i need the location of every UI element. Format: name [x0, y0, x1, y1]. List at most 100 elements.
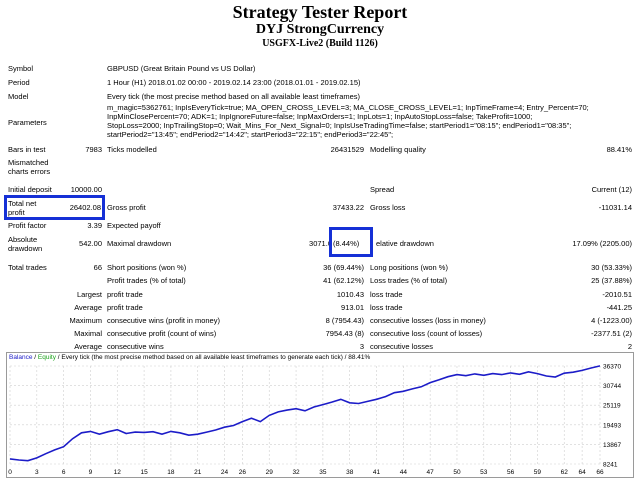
profit-trades-label: Profit trades (% of total)	[107, 276, 186, 285]
average-consecutive-losses-value: 2	[627, 342, 632, 351]
maximal-label: Maximal	[74, 329, 102, 338]
chart-title-details: / Every tick (the most precise method ba…	[56, 354, 371, 361]
loss-trades-value: 25 (37.88%)	[591, 276, 632, 285]
server-name: USGFX-Live2 (Build 1126)	[262, 38, 378, 49]
maximal-consecutive-loss-value: -2377.51 (2)	[591, 329, 632, 338]
x-tick-label: 0	[8, 469, 12, 476]
total-trades-label: Total trades	[8, 263, 47, 272]
x-tick-label: 47	[427, 469, 435, 476]
x-tick-label: 26	[239, 469, 247, 476]
report-subtitle: DYJ StrongCurrency	[255, 22, 385, 37]
mismatched-label: Mismatched	[8, 158, 49, 167]
model-value: Every tick (the most precise method base…	[107, 92, 361, 101]
total-trades-value: 66	[93, 263, 102, 272]
max-consecutive-wins-label: consecutive wins (profit in money)	[107, 316, 220, 325]
average-loss-label: loss trade	[370, 303, 403, 312]
short-positions-value: 36 (69.44%)	[323, 263, 364, 272]
y-tick-label: 8241	[603, 462, 618, 469]
mismatched-label: charts errors	[8, 167, 51, 176]
deposit-value: 10000.00	[70, 185, 102, 194]
x-tick-label: 3	[35, 469, 39, 476]
x-tick-label: 35	[319, 469, 327, 476]
x-tick-label: 44	[400, 469, 408, 476]
x-tick-label: 12	[114, 469, 122, 476]
absolute-drawdown-label: Absolute	[8, 235, 38, 244]
average-consecutive-wins-value: 3	[359, 342, 364, 351]
x-tick-label: 32	[292, 469, 300, 476]
bars-value: 7983	[85, 145, 102, 154]
average-label: Average	[74, 303, 102, 312]
max-consecutive-losses-label: consecutive losses (loss in money)	[370, 316, 486, 325]
x-tick-label: 29	[266, 469, 274, 476]
largest-profit-value: 1010.43	[336, 290, 364, 299]
x-tick-label: 9	[89, 469, 93, 476]
period-value: 1 Hour (H1) 2018.01.02 00:00 - 2019.02.1…	[107, 78, 361, 87]
model-label: Model	[8, 92, 29, 101]
chart-title: Balance / Equity / Every tick (the most …	[9, 354, 370, 361]
largest-label: Largest	[76, 290, 102, 299]
x-tick-label: 21	[194, 469, 202, 476]
x-tick-label: 56	[507, 469, 515, 476]
relative-drawdown-value: 17.09% (2205.00)	[572, 239, 632, 248]
x-tick-label: 24	[221, 469, 229, 476]
chart-title-equity: Equity	[37, 354, 56, 361]
symbol-label: Symbol	[8, 64, 34, 73]
chart-frame	[6, 352, 634, 478]
parameters-line: InpMinClosePercent=70; ADK=1; InpIgnoreF…	[107, 112, 533, 121]
average-consecutive-wins-label: consecutive wins	[107, 342, 164, 351]
symbol-value: GBPUSD (Great Britain Pound vs US Dollar…	[107, 64, 256, 73]
report-title: Strategy Tester Report	[232, 2, 408, 22]
gross-loss-value: -11031.14	[598, 203, 632, 212]
y-tick-label: 30744	[603, 383, 621, 390]
quality-label: Modelling quality	[370, 145, 426, 154]
x-tick-label: 15	[140, 469, 148, 476]
max-consecutive-losses-value: 4 (-1223.00)	[591, 316, 632, 325]
parameters-line: m_magic=5362761; InpIsEveryTick=true; MA…	[107, 103, 589, 112]
average-consecutive-losses-label: consecutive losses	[370, 342, 433, 351]
average-consecutive-label: Average	[74, 342, 102, 351]
short-positions-label: Short positions (won %)	[107, 263, 187, 272]
relative-drawdown-label: elative drawdown	[376, 239, 434, 248]
average-profit-label: profit trade	[107, 303, 143, 312]
spread-label: Spread	[370, 185, 395, 194]
gross-profit-label: Gross profit	[107, 203, 146, 212]
largest-loss-value: -2010.51	[602, 290, 632, 299]
largest-loss-label: loss trade	[370, 290, 403, 299]
quality-value: 88.41%	[606, 145, 632, 154]
net-profit-label: Total net	[8, 199, 37, 208]
x-tick-label: 64	[579, 469, 587, 476]
maximum-label: Maximum	[69, 316, 102, 325]
profit-factor-value: 3.39	[87, 221, 102, 230]
absolute-drawdown-label: drawdown	[8, 244, 43, 253]
maximal-consecutive-profit-value: 7954.43 (8)	[325, 329, 364, 338]
ticks-value: 26431529	[330, 145, 364, 154]
average-loss-value: -441.25	[606, 303, 632, 312]
profit-factor-label: Profit factor	[8, 221, 47, 230]
ticks-label: Ticks modelled	[107, 145, 157, 154]
maximal-drawdown-percent: (8.44%)	[333, 239, 360, 248]
x-tick-label: 38	[346, 469, 354, 476]
max-consecutive-wins-value: 8 (7954.43)	[325, 316, 364, 325]
y-tick-label: 36370	[603, 364, 621, 371]
maximal-drawdown-label: Maximal drawdown	[107, 239, 172, 248]
x-tick-label: 53	[480, 469, 488, 476]
expected-payoff-label: Expected payoff	[107, 221, 161, 230]
x-tick-label: 18	[167, 469, 175, 476]
x-tick-label: 59	[534, 469, 542, 476]
x-tick-label: 62	[561, 469, 569, 476]
maximal-consecutive-profit-label: consecutive profit (count of wins)	[107, 329, 217, 338]
net-profit-label: profit	[8, 208, 25, 217]
maximal-consecutive-loss-label: consecutive loss (count of losses)	[370, 329, 483, 338]
bars-label: Bars in test	[8, 145, 46, 154]
gross-profit-value: 37433.22	[332, 203, 364, 212]
parameters-line: startPeriod2="13:45"; endPeriod2="14:42"…	[107, 130, 394, 139]
y-tick-label: 19493	[603, 422, 621, 429]
x-tick-label: 66	[596, 469, 604, 476]
average-profit-value: 913.01	[341, 303, 364, 312]
parameters-line: StopLoss=2000; InpTrailingStop=0; Wait_M…	[107, 121, 572, 130]
absolute-drawdown-value: 542.00	[79, 239, 102, 248]
loss-trades-label: Loss trades (% of total)	[370, 276, 448, 285]
profit-trades-value: 41 (62.12%)	[323, 276, 364, 285]
x-tick-label: 6	[62, 469, 66, 476]
x-tick-label: 41	[373, 469, 381, 476]
